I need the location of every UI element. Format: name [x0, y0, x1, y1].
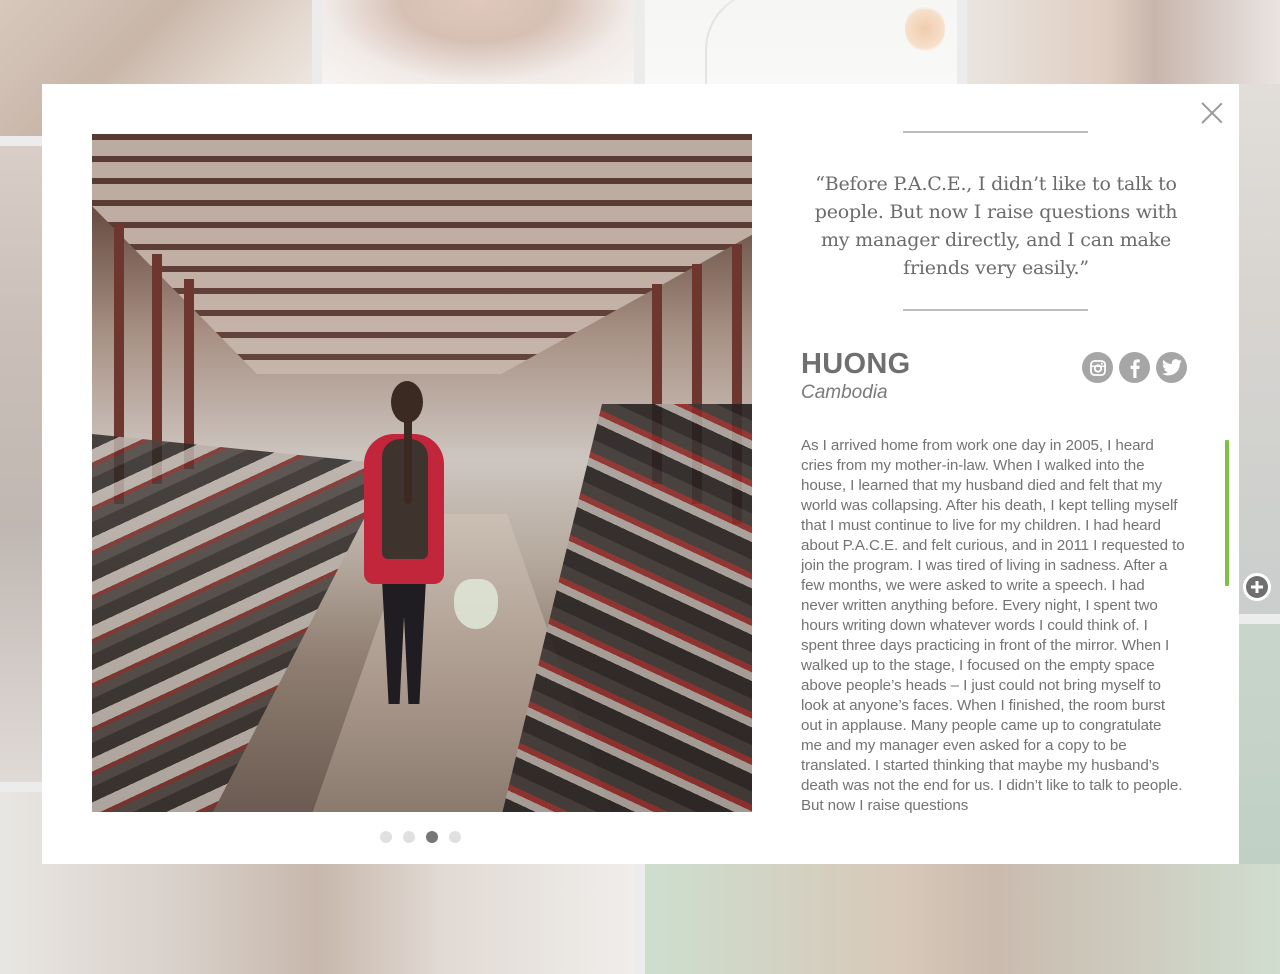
quote-rule-top: [903, 131, 1088, 133]
expand-plus-button[interactable]: [1243, 573, 1271, 601]
close-icon[interactable]: [1201, 102, 1223, 124]
story-body-text[interactable]: As I arrived home from work one day in 2…: [801, 436, 1185, 818]
carousel-dot-4[interactable]: [449, 831, 461, 843]
carousel-dot-1[interactable]: [380, 831, 392, 843]
facebook-icon: [1130, 358, 1140, 378]
instagram-icon: [1089, 359, 1106, 376]
twitter-icon: [1161, 359, 1182, 376]
facebook-share-button[interactable]: [1119, 352, 1150, 383]
plus-icon: [1246, 576, 1268, 598]
story-modal: “Before P.A.C.E., I didn’t like to talk …: [42, 84, 1239, 864]
carousel-dot-3[interactable]: [426, 831, 438, 843]
carousel-dots: [380, 831, 461, 843]
story-quote: “Before P.A.C.E., I didn’t like to talk …: [814, 173, 1178, 279]
photo-plastic-bag: [454, 579, 498, 629]
photo-woman-hair: [404, 414, 412, 504]
instagram-share-button[interactable]: [1082, 352, 1113, 383]
quote-rule-bottom: [903, 309, 1088, 311]
scrollbar-thumb[interactable]: [1225, 440, 1229, 586]
carousel-dot-2[interactable]: [403, 831, 415, 843]
twitter-share-button[interactable]: [1156, 352, 1187, 383]
person-country: Cambodia: [801, 382, 888, 403]
story-photo: [92, 134, 752, 812]
person-name: HUONG: [801, 348, 911, 380]
photo-pillar: [184, 279, 194, 469]
social-share: [1082, 352, 1187, 383]
